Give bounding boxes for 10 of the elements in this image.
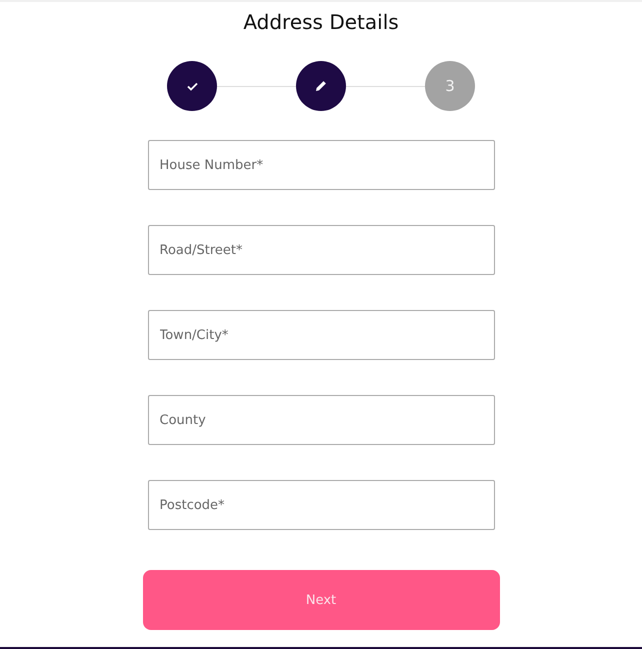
input-field[interactable]: Town/City* (148, 310, 494, 360)
input-field[interactable]: House Number* (148, 140, 494, 190)
pencil-icon (315, 80, 327, 92)
check-icon (186, 82, 198, 90)
next-button[interactable]: Next (142, 570, 500, 630)
input-field[interactable]: County (148, 395, 494, 445)
input-field[interactable]: Postcode* (148, 480, 494, 530)
step-number: 3 (425, 61, 475, 111)
input-field[interactable]: Road/Street* (148, 225, 494, 275)
page-title: Address Details (243, 9, 399, 36)
